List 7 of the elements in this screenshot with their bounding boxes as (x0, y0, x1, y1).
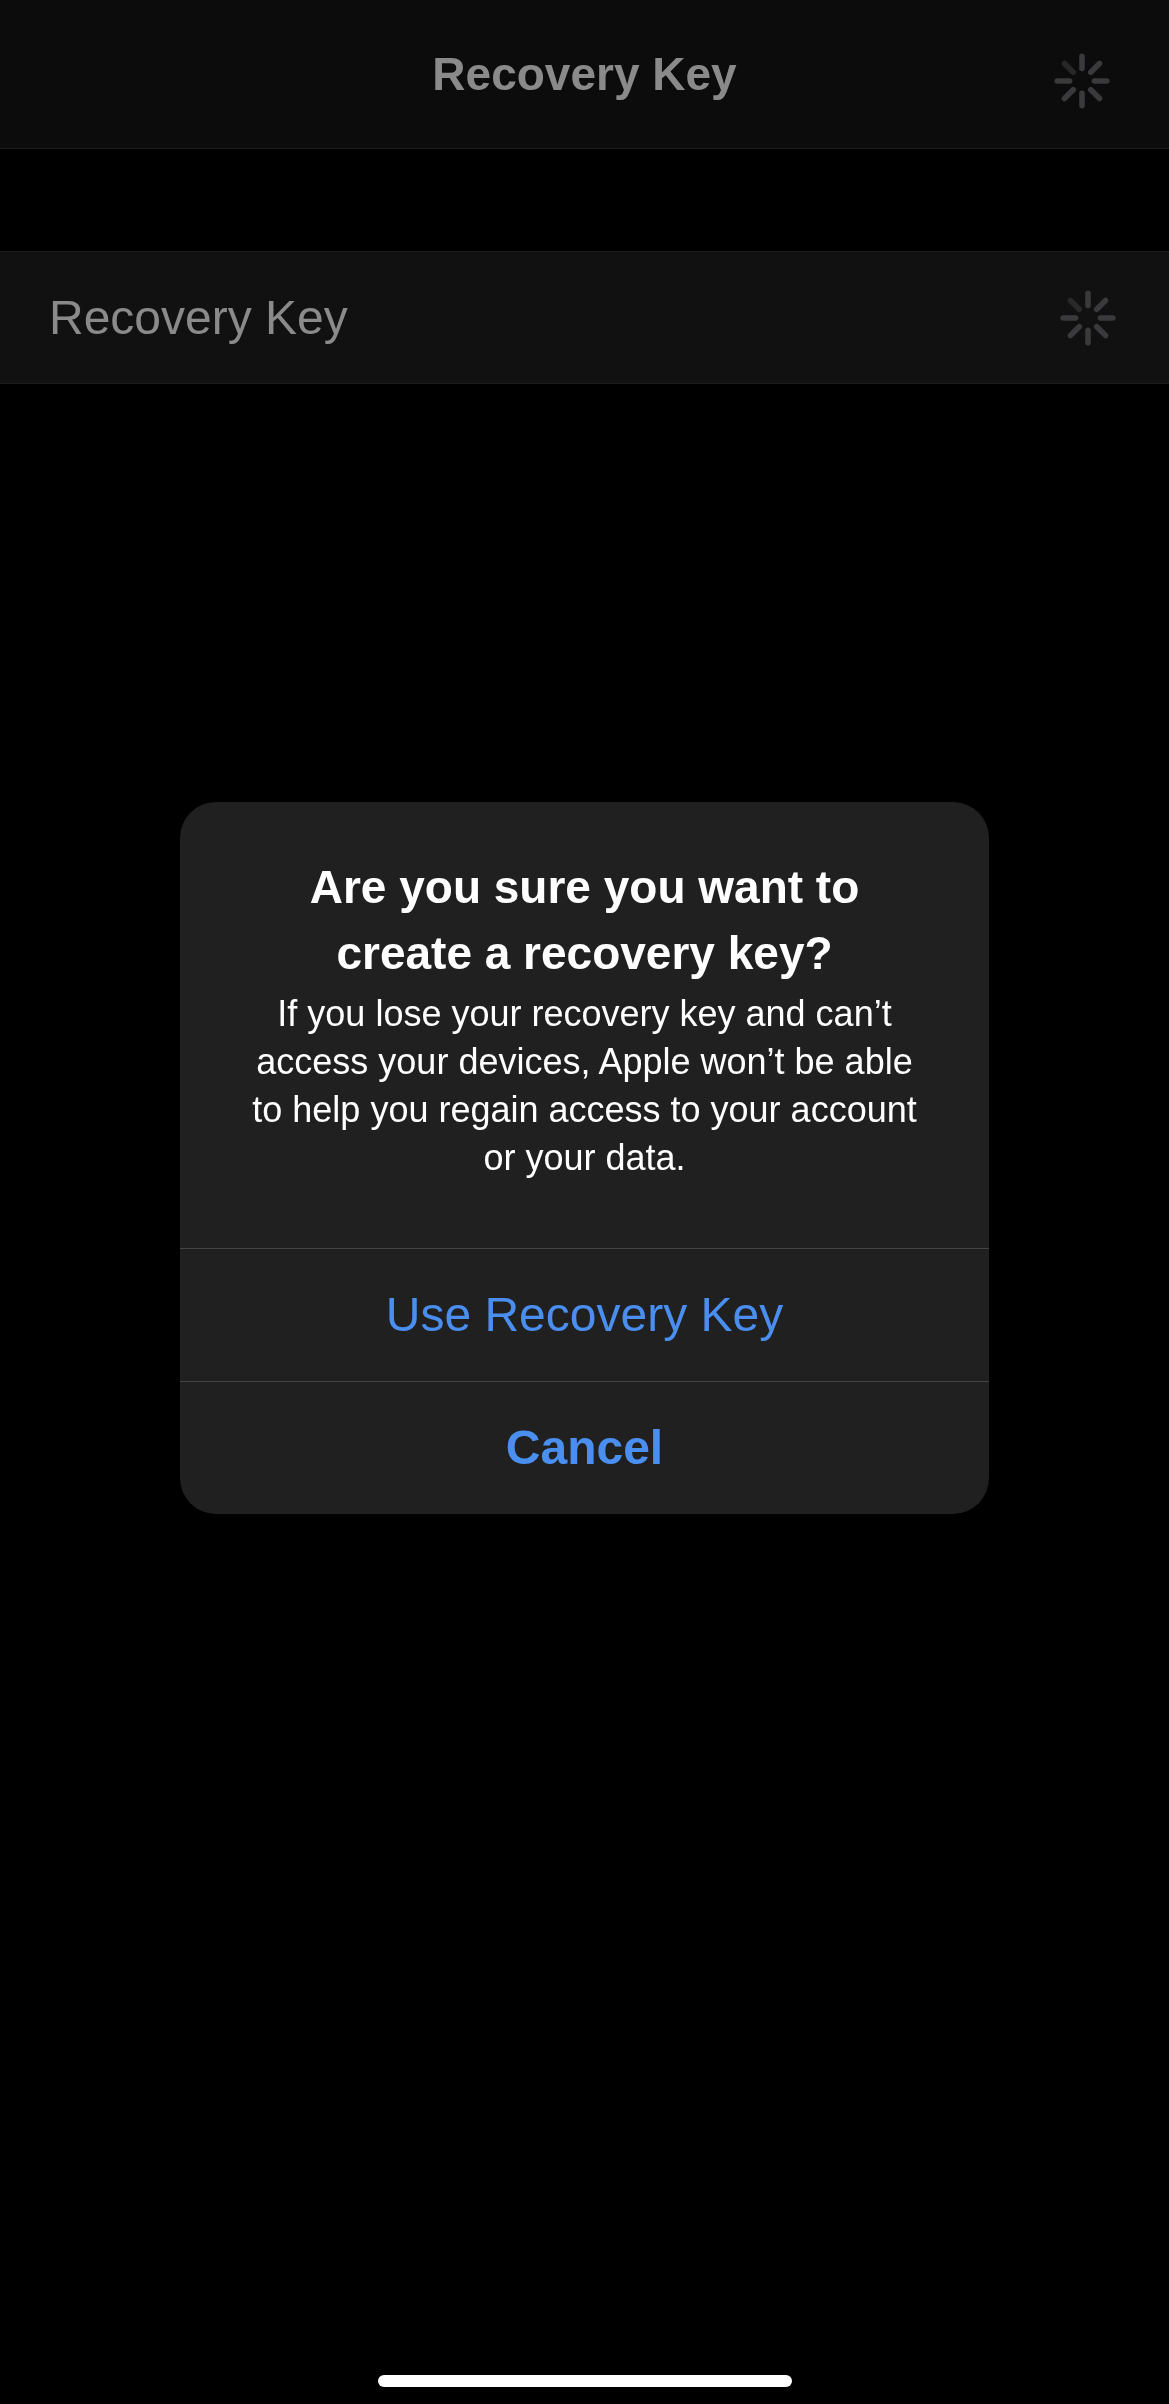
alert-button[interactable]: Use Recovery Key (180, 1248, 989, 1381)
nav-title: Recovery Key (432, 46, 737, 102)
list-row[interactable]: Recovery Key (0, 251, 1169, 384)
alert-title: Are you sure you want to create a recovery key? (308, 860, 861, 981)
alert-message: If you lose your recovery key and can’t access your devices, Apple won’t be able to help you regain access to your account or your data. (251, 992, 918, 1180)
row-label: Recovery Key (49, 289, 348, 346)
cancel-button[interactable]: Cancel (180, 1381, 989, 1514)
